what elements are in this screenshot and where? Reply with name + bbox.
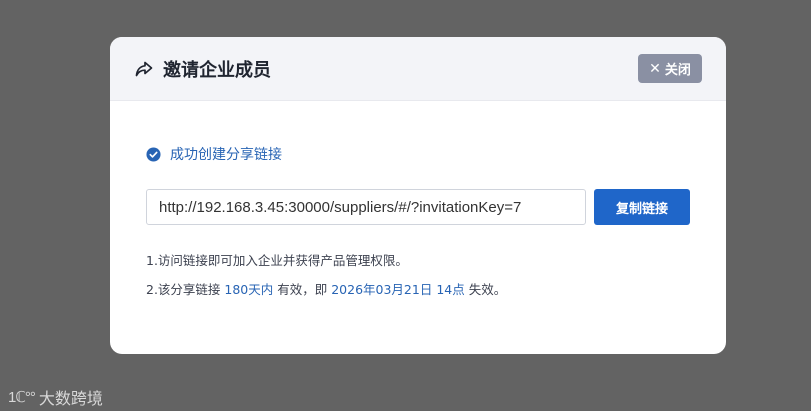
close-label: 关闭 <box>664 63 691 78</box>
note-line-1: 1.访问链接即可加入企业并获得产品管理权限。 <box>146 253 408 268</box>
note-mid: 有效，即 <box>273 282 332 297</box>
note-suffix: 失效。 <box>464 282 507 297</box>
share-link-input[interactable] <box>146 189 586 225</box>
watermark-text: 大数跨境 <box>38 389 103 408</box>
dialog-body: 成功创建分享链接 复制链接 1.访问链接即可加入企业并获得产品管理权限。 2.该… <box>110 144 726 298</box>
copy-link-button[interactable]: 复制链接 <box>594 189 690 225</box>
success-text: 成功创建分享链接 <box>170 147 282 163</box>
validity-duration: 180天内 <box>224 282 274 297</box>
close-icon: ✕ <box>649 60 661 77</box>
close-button[interactable]: ✕ 关闭 <box>638 54 702 83</box>
watermark-logo: 1ℂ°° <box>8 389 36 406</box>
expiry-datetime: 2026年03月21日 14点 <box>331 282 465 297</box>
share-icon <box>134 59 154 79</box>
note-prefix: 2.该分享链接 <box>146 282 225 297</box>
link-row: 复制链接 <box>146 189 690 225</box>
watermark: 1ℂ°° 大数跨境 <box>8 385 103 409</box>
success-message: 成功创建分享链接 <box>146 144 690 164</box>
check-circle-icon <box>146 146 161 162</box>
dialog-header: 邀请企业成员 ✕ 关闭 <box>110 37 726 101</box>
dialog-title: 邀请企业成员 <box>163 59 271 81</box>
note-line-2: 2.该分享链接 180天内 有效，即 2026年03月21日 14点 失效。 <box>146 279 690 298</box>
invite-dialog: 邀请企业成员 ✕ 关闭 成功创建分享链接 复制链接 1.访问链接即可加入企业并获… <box>110 37 726 354</box>
